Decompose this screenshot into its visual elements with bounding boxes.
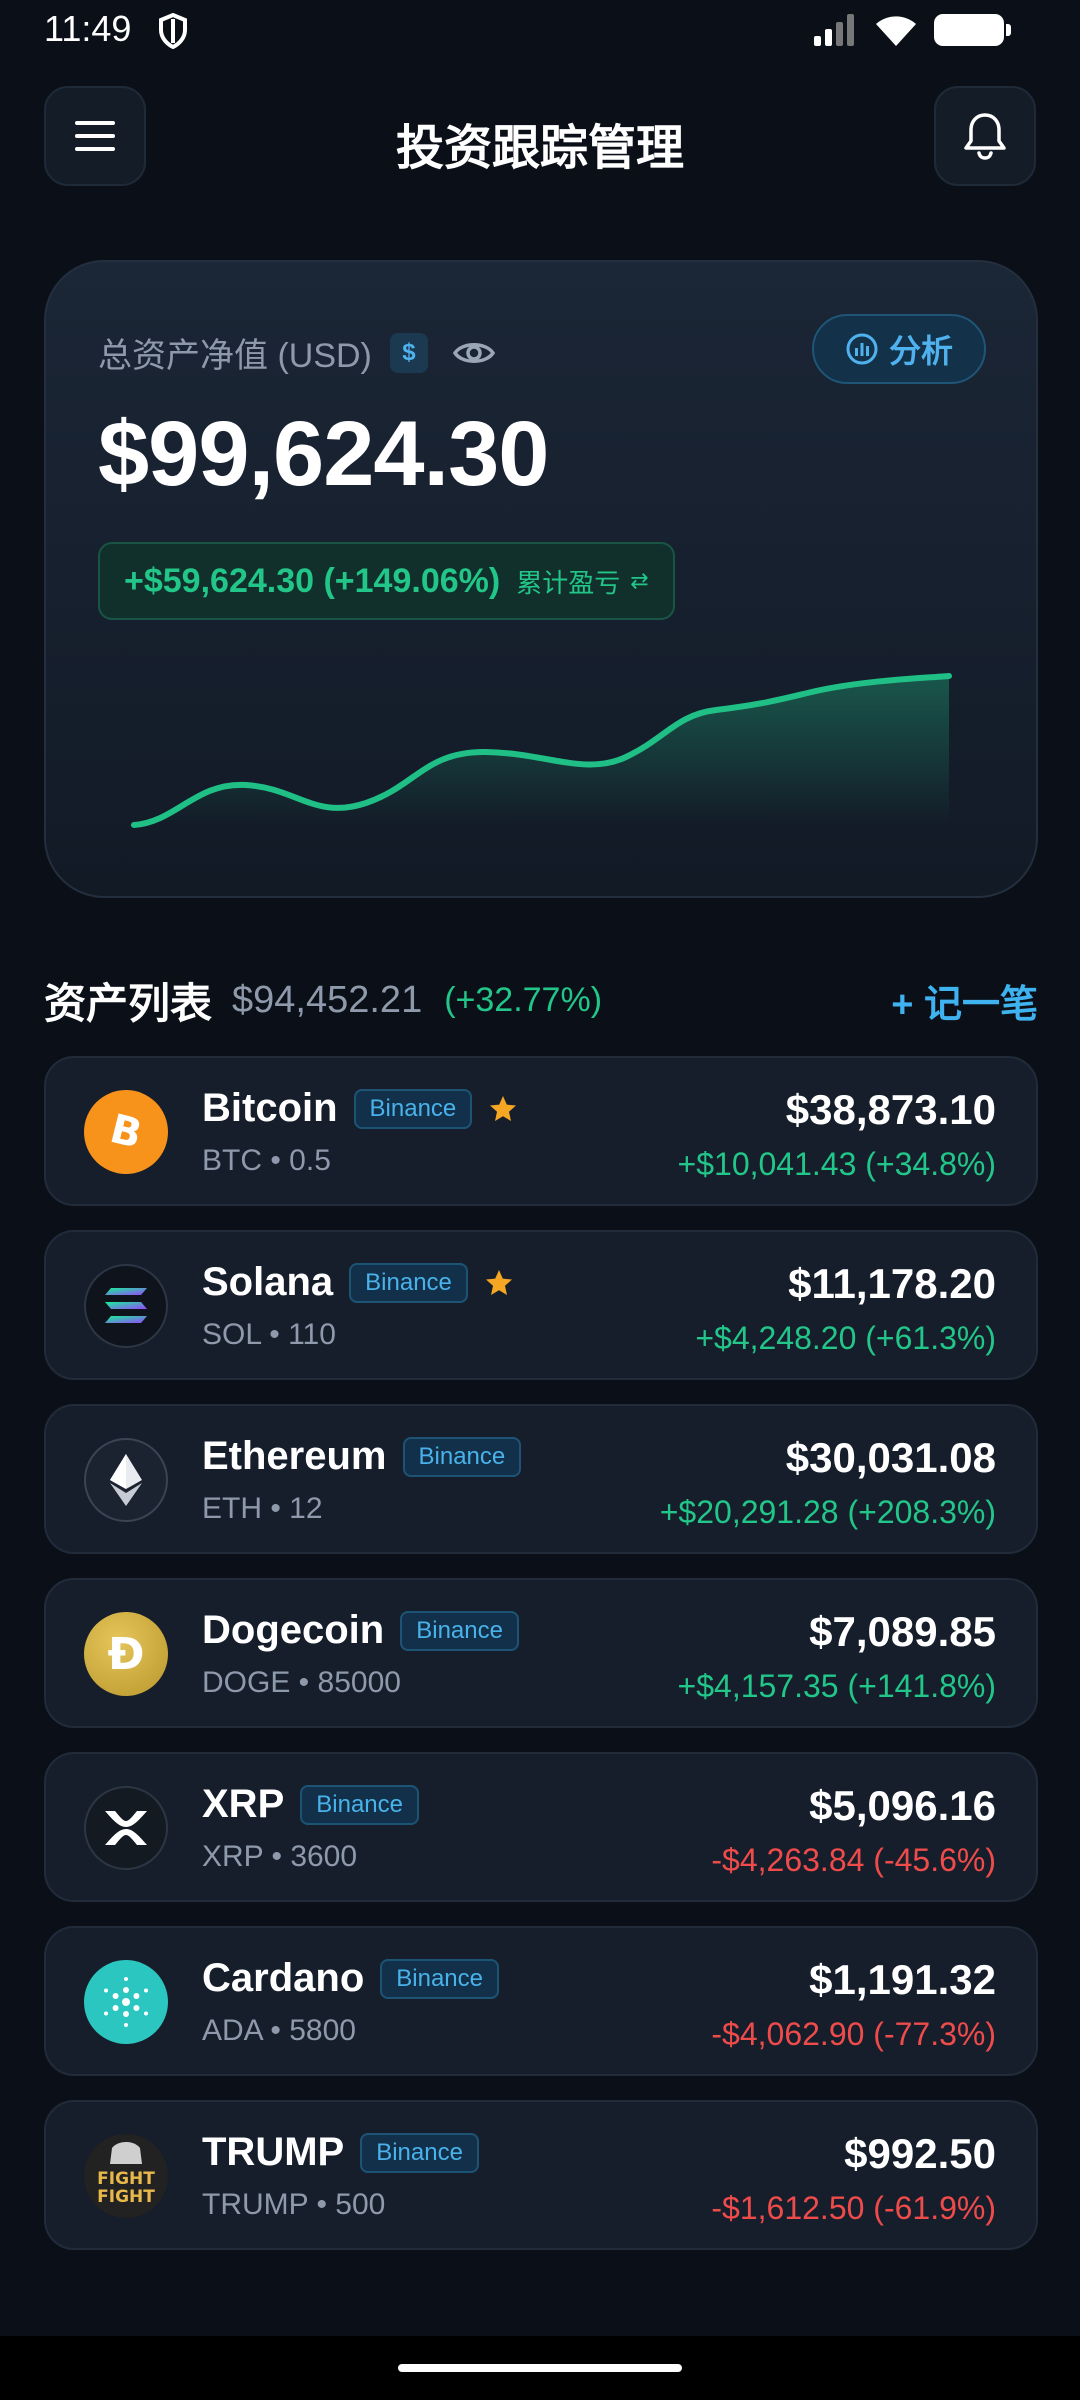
asset-row-ethereum[interactable]: Ethereum Binance ETH • 12 $30,031.08 +$2… xyxy=(44,1404,1038,1554)
total-gain-pill[interactable]: +$59,624.30 (+149.06%) 累计盈亏 ⇄ xyxy=(98,542,675,620)
add-record-button[interactable]: + 记一笔 xyxy=(891,973,1038,1028)
assets-total: $94,452.21 xyxy=(232,978,423,1021)
asset-holding: XRP • 3600 xyxy=(202,1840,358,1873)
exchange-badge: Binance xyxy=(380,1958,499,1999)
asset-value: $7,089.85 xyxy=(809,1608,996,1655)
asset-name: Cardano xyxy=(202,1956,365,2000)
asset-change: +$20,291.28 (+208.3%) xyxy=(659,1494,996,1530)
ethereum-icon xyxy=(84,1438,168,1522)
shield-icon xyxy=(159,13,187,49)
currency-badge[interactable]: $ xyxy=(389,332,428,373)
status-time: 11:49 xyxy=(44,8,132,49)
asset-value: $992.50 xyxy=(844,2130,996,2177)
asset-name: XRP xyxy=(202,1782,285,1826)
bell-icon xyxy=(964,113,1006,160)
svg-text:FIGHT: FIGHT xyxy=(97,2187,155,2207)
asset-value: $11,178.20 xyxy=(788,1260,996,1307)
swap-icon: ⇄ xyxy=(630,568,649,593)
assets-header: 资产列表 $94,452.21 (+32.77%) + 记一笔 xyxy=(44,970,1038,1030)
asset-row-bitcoin[interactable]: B Bitcoin Binance BTC • 0.5 $38,873.10 +… xyxy=(44,1056,1038,1206)
asset-row-cardano[interactable]: Cardano Binance ADA • 5800 $1,191.32 -$4… xyxy=(44,1926,1038,2076)
exchange-badge: Binance xyxy=(402,1436,522,1477)
exchange-badge: Binance xyxy=(300,1784,419,1825)
asset-holding: DOGE • 85000 xyxy=(202,1666,401,1699)
svg-text:B: B xyxy=(106,1106,147,1158)
asset-row-trump[interactable]: FIGHT FIGHT TRUMP Binance TRUMP • 500 $9… xyxy=(44,2100,1038,2250)
net-worth-value: $99,624.30 xyxy=(98,403,549,505)
asset-holding: SOL • 110 xyxy=(202,1318,336,1351)
asset-value: $5,096.16 xyxy=(809,1782,996,1829)
exchange-badge: Binance xyxy=(353,1088,473,1129)
asset-row-solana[interactable]: Solana Binance SOL • 110 $11,178.20 +$4,… xyxy=(44,1230,1038,1380)
star-icon[interactable] xyxy=(488,1094,518,1124)
trump-icon: FIGHT FIGHT xyxy=(84,2134,168,2218)
home-indicator[interactable] xyxy=(398,2364,682,2372)
page-title: 投资跟踪管理 xyxy=(395,122,684,175)
exchange-badge: Binance xyxy=(360,2132,479,2173)
cardano-icon xyxy=(84,1960,168,2044)
asset-change: -$4,263.84 (-45.6%) xyxy=(711,1842,996,1878)
asset-row-dogecoin[interactable]: Đ Dogecoin Binance DOGE • 85000 $7,089.8… xyxy=(44,1578,1038,1728)
svg-text:FIGHT: FIGHT xyxy=(97,2169,155,2189)
asset-row-xrp[interactable]: XRP Binance XRP • 3600 $5,096.16 -$4,263… xyxy=(44,1752,1038,1902)
asset-name: Solana xyxy=(202,1260,334,1304)
net-worth-card: 总资产净值 (USD) $ 分析 $99,624.30 +$59,624.30 … xyxy=(44,260,1038,898)
asset-change: +$4,248.20 (+61.3%) xyxy=(695,1320,996,1356)
exchange-badge: Binance xyxy=(400,1610,519,1651)
dogecoin-icon: Đ xyxy=(84,1612,168,1696)
asset-value: $30,031.08 xyxy=(785,1434,996,1481)
asset-holding: ETH • 12 xyxy=(202,1492,323,1525)
analyze-button[interactable]: 分析 xyxy=(812,314,986,384)
asset-holding: TRUMP • 500 xyxy=(202,2188,386,2221)
asset-value: $38,873.10 xyxy=(785,1086,996,1133)
wifi-icon xyxy=(876,16,916,46)
signal-icon xyxy=(814,14,854,46)
net-worth-label: 总资产净值 (USD) xyxy=(98,337,372,375)
chart-icon xyxy=(846,333,878,365)
status-bar: 11:49 xyxy=(0,0,1080,62)
analyze-label: 分析 xyxy=(888,333,953,369)
xrp-icon xyxy=(84,1786,168,1870)
star-icon[interactable] xyxy=(484,1268,514,1298)
asset-change: -$1,612.50 (-61.9%) xyxy=(711,2190,996,2226)
exchange-badge: Binance xyxy=(349,1262,468,1303)
assets-title: 资产列表 xyxy=(44,979,213,1027)
total-gain-amount: +$59,624.30 (+149.06%) xyxy=(124,561,501,600)
total-gain-label: 累计盈亏 xyxy=(516,567,621,598)
asset-change: +$4,157.35 (+141.8%) xyxy=(677,1668,996,1704)
eye-icon[interactable] xyxy=(452,338,496,368)
asset-value: $1,191.32 xyxy=(809,1956,996,2003)
asset-change: +$10,041.43 (+34.8%) xyxy=(677,1146,996,1182)
asset-change: -$4,062.90 (-77.3%) xyxy=(711,2016,996,2052)
solana-icon xyxy=(84,1264,168,1348)
asset-holding: BTC • 0.5 xyxy=(202,1144,331,1177)
battery-icon xyxy=(934,14,1011,46)
bitcoin-icon: B xyxy=(84,1090,168,1174)
svg-text:Đ: Đ xyxy=(108,1629,145,1680)
asset-holding: ADA • 5800 xyxy=(202,2014,356,2047)
asset-name: TRUMP xyxy=(202,2130,345,2174)
notifications-button[interactable] xyxy=(934,86,1036,186)
assets-change: (+32.77%) xyxy=(444,980,603,1019)
asset-name: Dogecoin xyxy=(202,1608,385,1652)
asset-name: Ethereum xyxy=(202,1434,387,1478)
asset-name: Bitcoin xyxy=(202,1086,338,1130)
